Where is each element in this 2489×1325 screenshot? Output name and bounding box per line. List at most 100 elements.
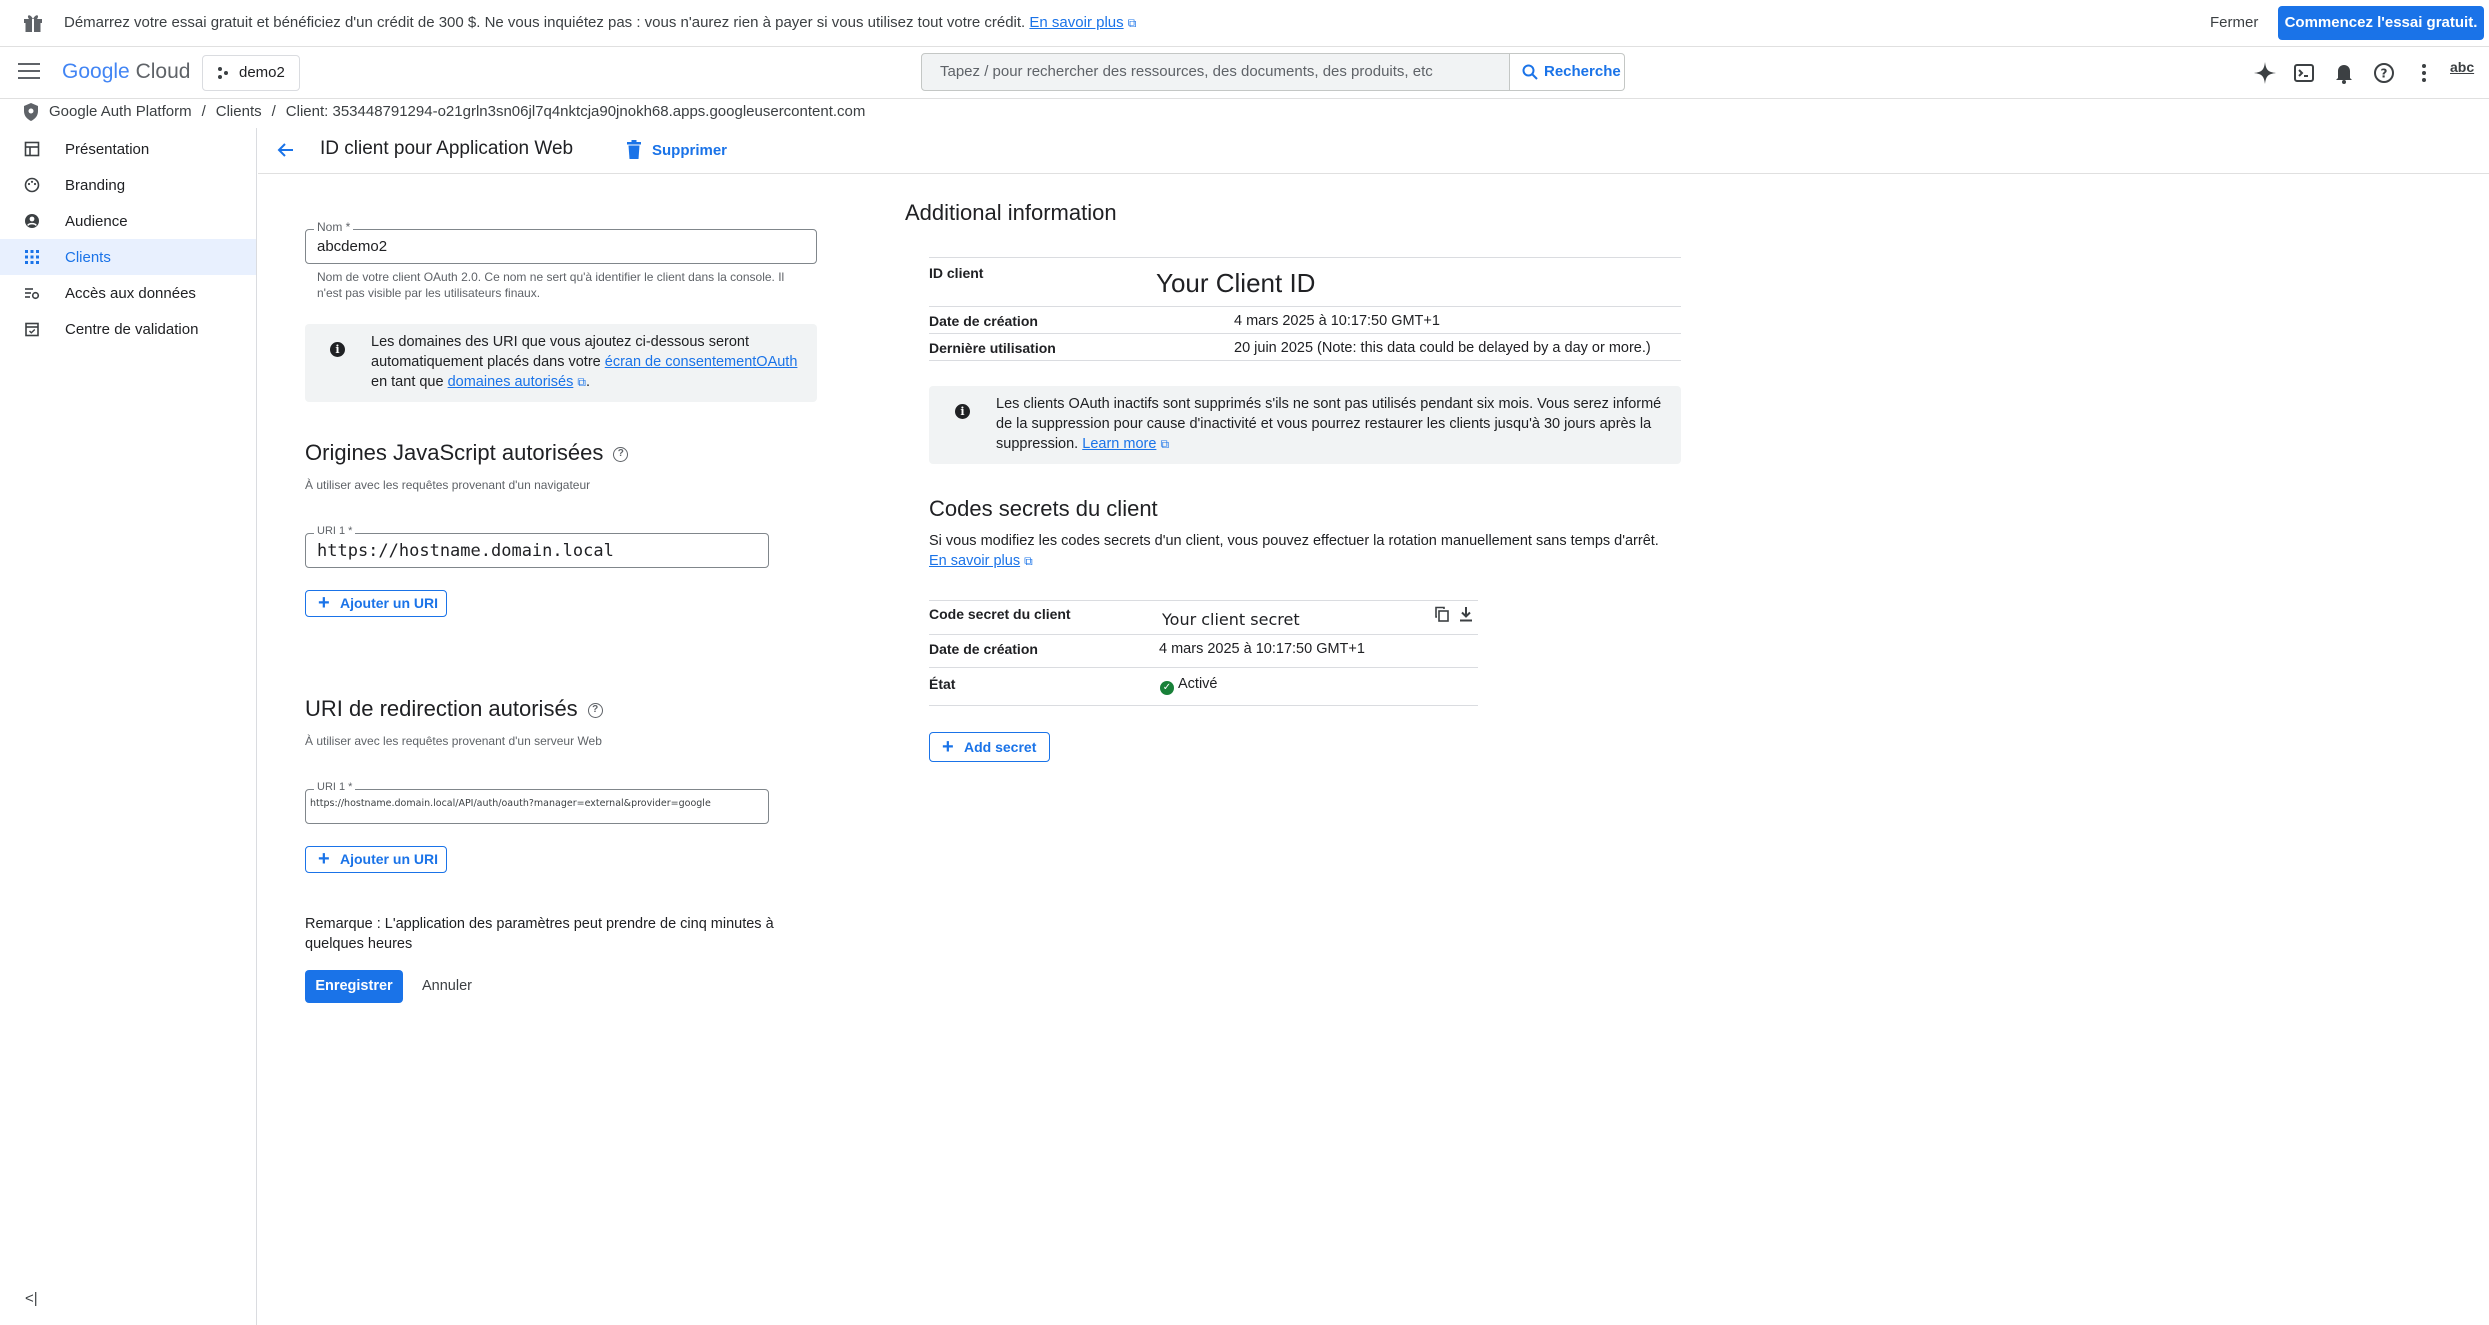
add-secret-button[interactable]: + Add secret (929, 732, 1050, 762)
download-icon[interactable] (1458, 606, 1474, 622)
settings-delay-note: Remarque : L'application des paramètres … (305, 916, 774, 952)
help-circle-icon[interactable]: ? (587, 702, 603, 718)
collapse-sidebar-button[interactable]: <| (25, 1290, 38, 1307)
name-field-label: Nom * (314, 220, 354, 234)
secrets-desc-text: Si vous modifiez les codes secrets d'un … (929, 533, 1659, 549)
sidebar-item-label: Audience (65, 213, 128, 230)
sidebar-item-validation-center[interactable]: Centre de validation (0, 311, 256, 347)
add-uri-label: Ajouter un URI (340, 851, 438, 867)
table-divider (929, 257, 1681, 258)
breadcrumb-item-clients[interactable]: Clients (216, 103, 262, 120)
sidebar-item-clients[interactable]: Clients (0, 239, 256, 275)
uri-domain-info-box: i Les domaines des URI que vous ajoutez … (305, 324, 817, 402)
breadcrumb-item-auth-platform[interactable]: Google Auth Platform (49, 103, 192, 120)
secrets-learn-more-link[interactable]: En savoir plus (929, 553, 1020, 569)
sidebar-item-presentation[interactable]: Présentation (0, 131, 256, 167)
breadcrumb-item-client: Client: 353448791294-o21grln3sn06jl7q4nk… (285, 103, 866, 120)
client-secrets-title: Codes secrets du client (929, 496, 1158, 521)
js-origins-title: Origines JavaScript autorisées (305, 440, 604, 465)
help-circle-icon[interactable]: ? (613, 446, 629, 462)
breadcrumb-separator: / (201, 103, 206, 120)
more-vert-icon[interactable] (2411, 60, 2437, 86)
shield-icon (24, 103, 38, 121)
secret-state-value: ✓ Activé (1160, 676, 1218, 695)
learn-more-link[interactable]: Learn more (1082, 436, 1156, 452)
table-divider (929, 306, 1681, 307)
apps-grid-icon (25, 250, 39, 264)
promo-learn-more-link[interactable]: En savoir plus (1029, 14, 1123, 31)
logo-cloud-text: Cloud (135, 60, 191, 83)
sidebar-item-branding[interactable]: Branding (0, 167, 256, 203)
help-icon[interactable]: ? (2371, 60, 2397, 86)
breadcrumb-separator: / (271, 103, 276, 120)
search-button-label: Recherche (1544, 63, 1621, 80)
delete-button-label: Supprimer (652, 142, 728, 159)
start-trial-button[interactable]: Commencez l'essai gratuit. (2278, 6, 2484, 40)
redirect-uri-value: https://hostname.domain.local/API/auth/o… (310, 798, 711, 809)
client-secret-key: Code secret du client (929, 606, 1071, 622)
client-id-value: Your Client ID (1156, 268, 1316, 298)
last-used-value: 20 juin 2025 (Note: this data could be d… (1234, 340, 1651, 356)
account-avatar[interactable]: abc (2450, 59, 2482, 87)
check-circle-icon: ✓ (1160, 681, 1174, 695)
table-divider (929, 333, 1681, 334)
back-arrow-icon[interactable] (276, 140, 296, 160)
js-origins-heading: Origines JavaScript autorisées? (305, 440, 629, 466)
client-id-key: ID client (929, 265, 984, 281)
sidebar-item-label: Accès aux données (65, 285, 196, 302)
sidebar-item-label: Branding (65, 177, 126, 194)
menu-icon[interactable] (18, 63, 40, 81)
notifications-icon[interactable] (2331, 60, 2357, 86)
consent-screen-link[interactable]: écran de consentementOAuth (605, 354, 798, 370)
sidebar-item-audience[interactable]: Audience (0, 203, 256, 239)
created-date-value: 4 mars 2025 à 10:17:50 GMT+1 (1234, 313, 1440, 329)
cloud-shell-icon[interactable] (2291, 60, 2317, 86)
person-icon (25, 214, 39, 228)
client-secret-value: Your client secret (1162, 610, 1300, 629)
table-divider (929, 667, 1478, 668)
data-access-icon (25, 288, 40, 300)
dashboard-icon (24, 141, 40, 157)
redirect-uris-title: URI de redirection autorisés (305, 696, 578, 721)
add-redirect-uri-button[interactable]: + Ajouter un URI (305, 846, 447, 873)
info-icon: i (330, 342, 345, 357)
table-divider (929, 705, 1478, 706)
search-input[interactable]: Tapez / pour rechercher des ressources, … (921, 53, 1510, 91)
project-name: demo2 (239, 64, 285, 81)
sidebar: Présentation Branding Audience Clients A… (0, 128, 257, 1325)
redirect-uris-heading: URI de redirection autorisés? (305, 696, 603, 722)
svg-text:?: ? (2381, 67, 2388, 81)
search-button[interactable]: Recherche (1510, 53, 1625, 91)
sidebar-item-data-access[interactable]: Accès aux données (0, 275, 256, 311)
page-title: ID client pour Application Web (320, 138, 574, 159)
table-divider (929, 634, 1478, 635)
redirect-uris-subtitle: À utiliser avec les requêtes provenant d… (305, 734, 602, 748)
gift-icon (24, 15, 42, 32)
calendar-check-icon (25, 322, 39, 337)
promo-message: Démarrez votre essai gratuit et bénéfici… (64, 14, 1136, 31)
js-origins-subtitle: À utiliser avec les requêtes provenant d… (305, 478, 591, 492)
external-link-icon: ⧉ (1024, 554, 1033, 568)
promo-banner: Démarrez votre essai gratuit et bénéfici… (0, 0, 2489, 47)
google-cloud-logo[interactable]: Google Cloud (62, 60, 190, 84)
add-js-origin-uri-button[interactable]: + Ajouter un URI (305, 590, 447, 617)
name-help-text: Nom de votre client OAuth 2.0. Ce nom ne… (317, 270, 785, 300)
cancel-button[interactable]: Annuler (422, 978, 472, 994)
save-button[interactable]: Enregistrer (305, 970, 403, 1003)
secret-state-key: État (929, 676, 956, 692)
external-link-icon: ⧉ (1160, 437, 1170, 451)
uri-domain-info-text: Les domaines des URI que vous ajoutez ci… (371, 332, 801, 392)
project-dots-icon (218, 67, 228, 79)
sidebar-item-label: Centre de validation (65, 321, 199, 338)
promo-text: Démarrez votre essai gratuit et bénéfici… (64, 14, 1026, 31)
gemini-sparkle-icon[interactable] (2252, 60, 2278, 86)
project-picker[interactable]: demo2 (202, 55, 300, 91)
secret-created-value: 4 mars 2025 à 10:17:50 GMT+1 (1159, 641, 1365, 657)
copy-icon[interactable] (1434, 606, 1450, 622)
logo-google-text: Google (62, 60, 130, 83)
redirect-uri-label: URI 1 * (314, 781, 356, 793)
add-uri-label: Ajouter un URI (340, 595, 438, 611)
close-promo-button[interactable]: Fermer (2210, 14, 2258, 31)
palette-icon (24, 177, 40, 193)
authorized-domains-link[interactable]: domaines autorisés (448, 374, 574, 390)
